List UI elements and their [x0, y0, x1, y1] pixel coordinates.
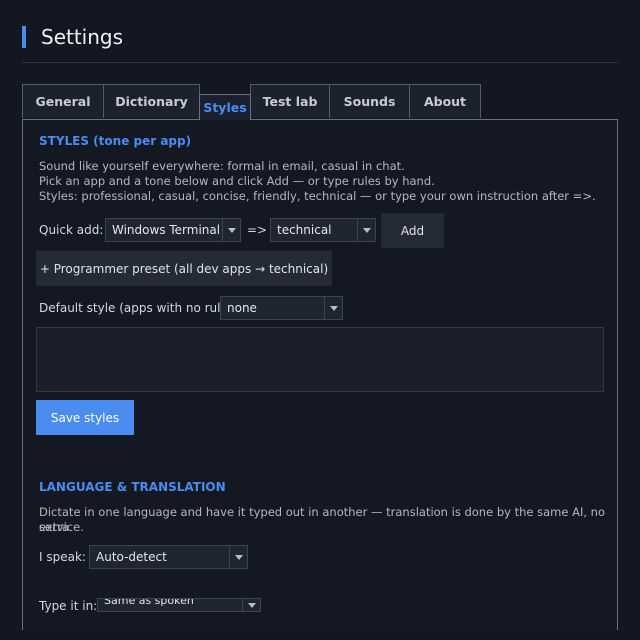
save-styles-button[interactable]: Save styles: [36, 400, 134, 435]
chevron-down-icon: [242, 599, 260, 611]
app-select-value: Windows Terminal: [112, 223, 221, 237]
app-select[interactable]: Windows Terminal: [105, 218, 241, 242]
styles-desc-line-2: Pick an app and a tone below and click A…: [39, 174, 435, 188]
language-desc-line-1: Dictate in one language and have it type…: [39, 505, 605, 534]
chevron-down-icon: [229, 546, 247, 568]
title-divider: [22, 62, 619, 63]
type-language-select[interactable]: Same as spoken: [97, 598, 261, 612]
speak-language-value: Auto-detect: [96, 550, 167, 564]
tab-sounds[interactable]: Sounds: [329, 84, 410, 118]
default-style-value: none: [227, 301, 257, 315]
arrow-label: =>: [247, 223, 268, 237]
styles-panel: STYLES (tone per app) Sound like yoursel…: [22, 119, 618, 630]
tone-select-value: technical: [277, 223, 332, 237]
page-header: Settings: [22, 24, 123, 50]
styles-heading: STYLES (tone per app): [39, 134, 192, 148]
default-style-label: Default style (apps with no rule):: [39, 301, 237, 315]
language-desc-line-2: service.: [39, 520, 84, 534]
style-rules-textarea[interactable]: [36, 327, 604, 392]
title-accent-bar: [22, 26, 26, 48]
tab-about[interactable]: About: [409, 84, 481, 118]
type-language-value: Same as spoken: [104, 598, 194, 607]
tab-test-lab[interactable]: Test lab: [250, 84, 330, 118]
quick-add-label: Quick add:: [39, 223, 104, 237]
page-title: Settings: [41, 25, 124, 49]
default-style-select[interactable]: none: [220, 296, 343, 320]
speak-label: I speak:: [39, 550, 86, 564]
language-heading: LANGUAGE & TRANSLATION: [39, 480, 226, 494]
chevron-down-icon: [222, 219, 240, 241]
styles-desc-line-3: Styles: professional, casual, concise, f…: [39, 189, 596, 203]
programmer-preset-button[interactable]: + Programmer preset (all dev apps → tech…: [36, 251, 332, 286]
tab-general[interactable]: General: [22, 84, 104, 118]
type-in-label: Type it in:: [39, 599, 98, 613]
tab-styles[interactable]: Styles: [199, 94, 251, 120]
tab-dictionary[interactable]: Dictionary: [103, 84, 200, 118]
add-button[interactable]: Add: [381, 213, 444, 248]
speak-language-select[interactable]: Auto-detect: [89, 545, 248, 569]
styles-desc-line-1: Sound like yourself everywhere: formal i…: [39, 159, 405, 173]
chevron-down-icon: [357, 219, 375, 241]
tone-select[interactable]: technical: [270, 218, 376, 242]
chevron-down-icon: [324, 297, 342, 319]
